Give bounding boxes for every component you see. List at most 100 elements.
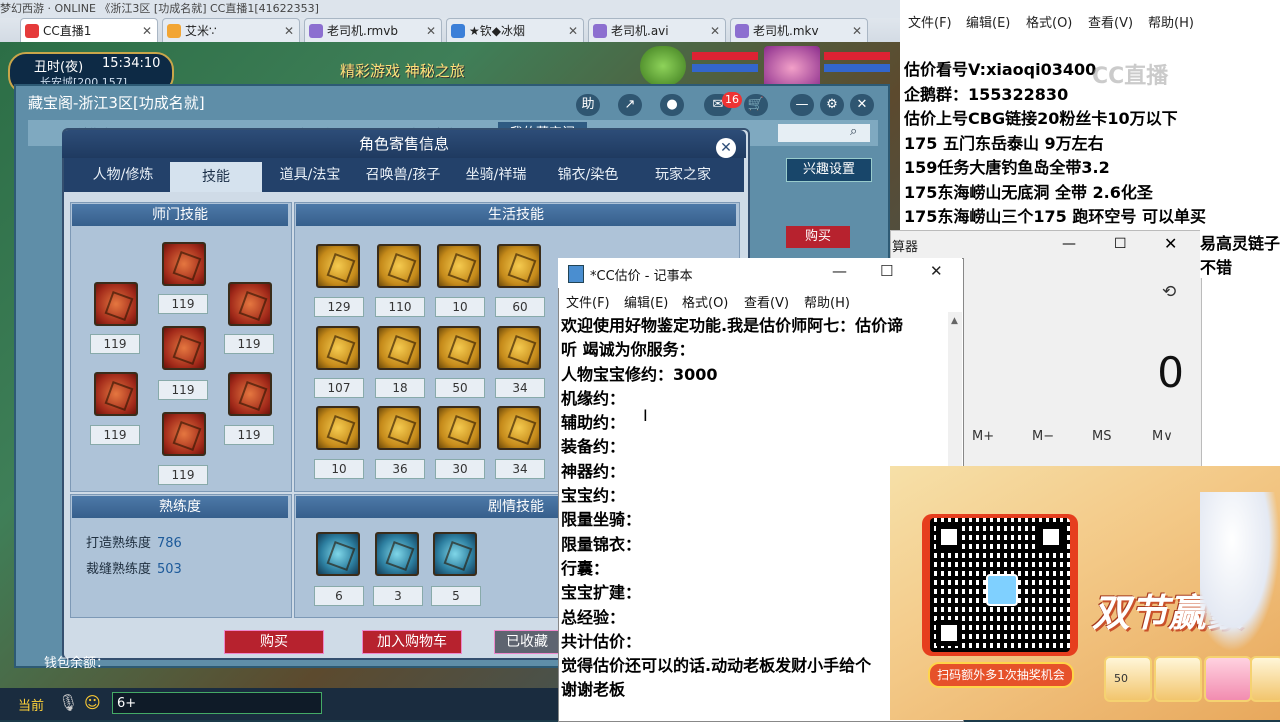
text-line: 估价上号CBG链接20粉丝卡10万以下 bbox=[904, 109, 1178, 128]
chat-bar: 当前 🎙 ☺ 6+ bbox=[0, 688, 560, 720]
life-skill-icon[interactable] bbox=[377, 326, 421, 370]
buy-button[interactable]: 购买 bbox=[224, 630, 324, 654]
life-skill-icon[interactable] bbox=[316, 406, 360, 450]
prize-item[interactable] bbox=[1204, 656, 1252, 702]
tab-laosiji-rmvb[interactable]: 老司机.rmvb ✕ bbox=[304, 18, 442, 42]
tab-laosiji-avi[interactable]: 老司机.avi ✕ bbox=[588, 18, 726, 42]
tab-skills[interactable]: 技能 bbox=[170, 162, 262, 192]
menu-file[interactable]: 文件(F) bbox=[566, 292, 610, 311]
skill-level: 36 bbox=[375, 459, 425, 479]
tab-aimi[interactable]: 艾米∵ ✕ bbox=[162, 18, 300, 42]
school-skill-icon[interactable] bbox=[94, 282, 138, 326]
tab-mounts[interactable]: 坐骑/祥瑞 bbox=[454, 160, 538, 190]
memory-add-button[interactable]: M+ bbox=[972, 429, 994, 444]
tab-cc-live[interactable]: CC直播1 ✕ bbox=[20, 18, 158, 42]
help-icon[interactable]: 助 bbox=[576, 94, 600, 116]
school-skill-icon[interactable] bbox=[228, 282, 272, 326]
pet-avatar[interactable] bbox=[640, 46, 686, 86]
memory-subtract-button[interactable]: M− bbox=[1032, 429, 1054, 444]
share-icon[interactable]: ↗ bbox=[618, 94, 642, 116]
prize-item[interactable] bbox=[1154, 656, 1202, 702]
life-skill-icon[interactable] bbox=[437, 326, 481, 370]
tab-icon bbox=[735, 24, 749, 38]
school-skill-icon[interactable] bbox=[94, 372, 138, 416]
buy-button-right[interactable]: 购买 bbox=[786, 226, 850, 248]
close-icon[interactable]: ✕ bbox=[852, 19, 862, 42]
notepad-background-overflow: 易高灵链子 不错 bbox=[1200, 228, 1280, 278]
close-icon[interactable]: ✕ bbox=[426, 19, 436, 42]
history-icon[interactable]: ⟲ bbox=[1162, 282, 1176, 302]
skill-level: 119 bbox=[90, 334, 140, 354]
menu-help[interactable]: 帮助(H) bbox=[804, 292, 850, 311]
close-icon[interactable]: ✕ bbox=[142, 19, 152, 42]
life-skill-icon[interactable] bbox=[316, 326, 360, 370]
close-icon[interactable]: ✕ bbox=[930, 262, 943, 280]
life-skill-icon[interactable] bbox=[316, 244, 360, 288]
skill-level: 60 bbox=[495, 297, 545, 317]
prize-item[interactable] bbox=[1250, 656, 1280, 702]
story-skill-icon[interactable] bbox=[375, 532, 419, 576]
tab-icon bbox=[309, 24, 323, 38]
scroll-up-icon[interactable]: ▲ bbox=[951, 316, 958, 326]
prize-item[interactable]: 50 bbox=[1104, 656, 1152, 702]
text-line: 欢迎使用好物鉴定功能.我是估价师阿七：估价谛 bbox=[561, 316, 904, 335]
skill-level: 119 bbox=[158, 380, 208, 400]
life-skill-icon[interactable] bbox=[497, 244, 541, 288]
memory-store-button[interactable]: MS bbox=[1092, 429, 1111, 444]
minimize-icon[interactable]: — bbox=[790, 94, 814, 116]
school-skill-icon[interactable] bbox=[228, 372, 272, 416]
maximize-icon[interactable]: ☐ bbox=[1114, 236, 1127, 252]
tab-home[interactable]: 玩家之家 bbox=[638, 160, 728, 190]
record-icon[interactable]: ● bbox=[660, 94, 684, 116]
life-skill-icon[interactable] bbox=[377, 244, 421, 288]
maximize-icon[interactable]: ☐ bbox=[880, 262, 893, 280]
menu-format[interactable]: 格式(O) bbox=[1026, 12, 1072, 31]
skill-level: 6 bbox=[314, 586, 364, 606]
school-skill-icon[interactable] bbox=[162, 412, 206, 456]
prize-label: 50 bbox=[1114, 672, 1128, 685]
close-icon[interactable]: ✕ bbox=[850, 94, 874, 116]
minimize-icon[interactable]: — bbox=[1062, 236, 1076, 252]
cart-icon[interactable]: 🛒 bbox=[744, 94, 768, 116]
calculator-title: 算器 bbox=[892, 240, 919, 255]
tab-qin-bingyan[interactable]: ★钦◆冰烟 ✕ bbox=[446, 18, 584, 42]
menu-help[interactable]: 帮助(H) bbox=[1148, 12, 1194, 31]
gear-icon[interactable]: ⚙ bbox=[820, 94, 844, 116]
menu-edit[interactable]: 编辑(E) bbox=[966, 12, 1010, 31]
story-skill-icon[interactable] bbox=[433, 532, 477, 576]
tab-items[interactable]: 道具/法宝 bbox=[268, 160, 352, 190]
tab-character[interactable]: 人物/修炼 bbox=[82, 160, 164, 190]
life-skill-icon[interactable] bbox=[437, 244, 481, 288]
life-skill-icon[interactable] bbox=[497, 326, 541, 370]
close-icon[interactable]: ✕ bbox=[568, 19, 578, 42]
tab-laosiji-mkv[interactable]: 老司机.mkv ✕ bbox=[730, 18, 868, 42]
collected-button[interactable]: 已收藏 bbox=[494, 630, 560, 654]
tab-costumes[interactable]: 锦衣/染色 bbox=[542, 160, 634, 190]
chat-channel[interactable]: 当前 bbox=[18, 695, 44, 714]
school-skill-icon[interactable] bbox=[162, 242, 206, 286]
story-skill-icon[interactable] bbox=[316, 532, 360, 576]
close-icon[interactable]: ✕ bbox=[1164, 234, 1177, 253]
microphone-icon[interactable]: 🎙 bbox=[58, 693, 78, 712]
minimize-icon[interactable]: — bbox=[832, 262, 847, 280]
emoji-icon[interactable]: ☺ bbox=[84, 693, 101, 712]
close-icon[interactable]: ✕ bbox=[710, 19, 720, 42]
chat-input[interactable]: 6+ bbox=[112, 692, 322, 714]
close-icon[interactable]: ✕ bbox=[284, 19, 294, 42]
close-icon[interactable]: ✕ bbox=[716, 138, 736, 158]
menu-view[interactable]: 查看(V) bbox=[744, 292, 789, 311]
school-skill-icon[interactable] bbox=[162, 326, 206, 370]
tailoring-proficiency: 裁缝熟练度 503 bbox=[86, 558, 182, 577]
interest-settings-button[interactable]: 兴趣设置 bbox=[786, 158, 872, 182]
menu-format[interactable]: 格式(O) bbox=[682, 292, 728, 311]
add-to-cart-button[interactable]: 加入购物车 bbox=[362, 630, 462, 654]
life-skill-icon[interactable] bbox=[497, 406, 541, 450]
life-skill-icon[interactable] bbox=[377, 406, 421, 450]
search-icon[interactable]: ⌕ bbox=[850, 124, 857, 139]
tab-pets[interactable]: 召唤兽/孩子 bbox=[356, 160, 450, 190]
memory-list-button[interactable]: M∨ bbox=[1152, 429, 1173, 444]
menu-view[interactable]: 查看(V) bbox=[1088, 12, 1133, 31]
life-skill-icon[interactable] bbox=[437, 406, 481, 450]
menu-edit[interactable]: 编辑(E) bbox=[624, 292, 668, 311]
menu-file[interactable]: 文件(F) bbox=[908, 12, 952, 31]
